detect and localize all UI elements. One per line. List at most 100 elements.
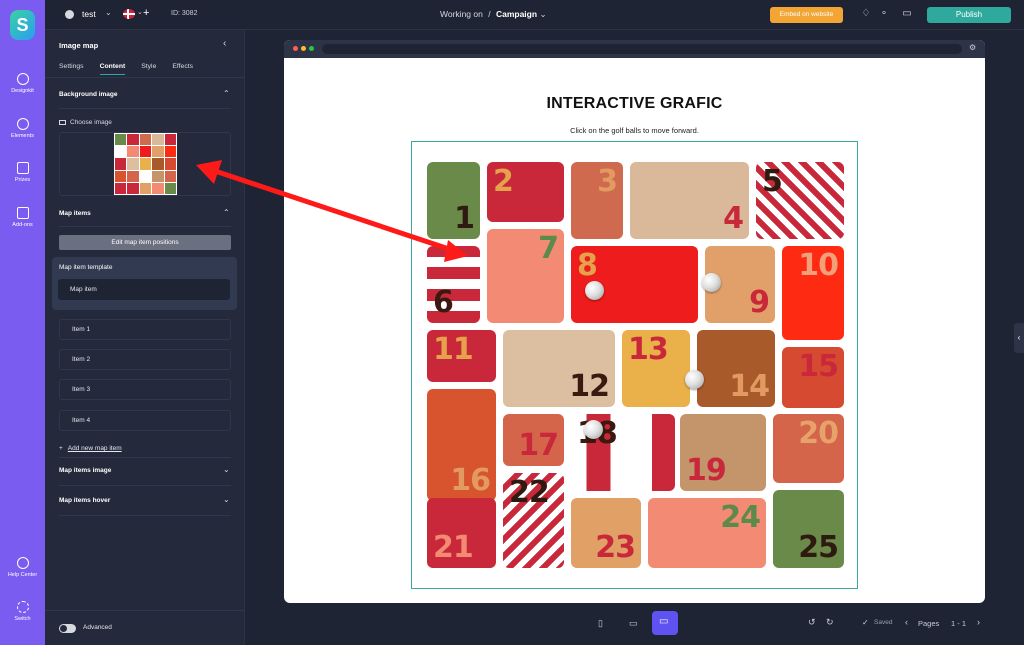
rail-help-center[interactable]: Help Center xyxy=(0,557,45,578)
rail-switch[interactable]: Switch xyxy=(0,601,45,622)
rail-designkit[interactable]: Designkit xyxy=(0,73,45,94)
calendar-tile[interactable]: 5 xyxy=(756,162,844,239)
divider xyxy=(59,108,231,109)
working-on-breadcrumb[interactable]: Working on / Campaign ⌄ xyxy=(440,9,547,20)
calendar-tile[interactable]: 10 xyxy=(782,246,844,340)
app-logo[interactable]: S xyxy=(10,10,35,40)
calendar-tile[interactable]: 21 xyxy=(427,498,496,568)
campaign-id: ID: 3082 xyxy=(171,10,198,17)
calendar-tile[interactable]: 20 xyxy=(773,414,844,483)
breadcrumb-separator: / xyxy=(488,9,491,19)
tabs-divider xyxy=(45,77,245,78)
image-map-frame[interactable]: 1234567891011121314151617181920212223242… xyxy=(411,141,858,589)
undo-icon[interactable]: ↺ xyxy=(808,617,816,628)
golf-ball-button[interactable] xyxy=(584,420,603,439)
template-map-item[interactable]: Map item xyxy=(58,279,230,300)
rail-prizes[interactable]: Prizes xyxy=(0,162,45,183)
chevron-up-icon[interactable]: ⌃ xyxy=(223,89,230,98)
expand-right-panel-button[interactable]: ‹ xyxy=(1014,323,1024,353)
gear-icon[interactable]: ⚙ xyxy=(969,43,976,52)
list-item[interactable]: Item 2 xyxy=(59,349,231,370)
plus-circle-icon xyxy=(16,118,29,130)
redo-icon[interactable]: ↻ xyxy=(826,617,834,628)
calendar-tile[interactable]: 15 xyxy=(782,347,844,408)
top-bar: test ⌄ ⌄ + ID: 3082 Working on / Campaig… xyxy=(45,0,1024,30)
calendar-tile[interactable]: 14 xyxy=(697,330,775,407)
browser-bar: ⚙ xyxy=(284,40,985,58)
calendar-tile[interactable]: 24 xyxy=(648,498,766,568)
share-icon[interactable]: ∘ xyxy=(878,8,890,20)
tab-style[interactable]: Style xyxy=(141,63,156,75)
add-language-button[interactable]: + xyxy=(143,7,149,19)
mobile-view-icon[interactable]: ▯ xyxy=(598,618,603,629)
edit-map-item-positions-button[interactable]: Edit map item positions xyxy=(59,235,231,250)
tab-content[interactable]: Content xyxy=(99,63,126,75)
desktop-view-button[interactable]: ▭ xyxy=(652,611,678,635)
rail-label: Switch xyxy=(14,616,31,622)
calendar-tile[interactable]: 6 xyxy=(427,246,480,323)
chevron-down-icon[interactable]: ⌄ xyxy=(223,495,230,504)
tab-settings[interactable]: Settings xyxy=(59,63,84,75)
saved-check-icon: ✓ xyxy=(862,618,869,627)
thumbnail-cell xyxy=(127,170,139,182)
background-image-thumbnail[interactable] xyxy=(114,133,177,195)
calendar-tile[interactable]: 11 xyxy=(427,330,496,382)
tablet-view-icon[interactable]: ▭ xyxy=(629,618,638,629)
calendar-tile[interactable]: 3 xyxy=(571,162,623,239)
chevron-down-icon[interactable]: ⌄ xyxy=(223,465,230,474)
chevron-right-icon[interactable]: › xyxy=(977,617,980,627)
background-image-heading[interactable]: Background image xyxy=(59,91,118,98)
choose-image-label[interactable]: Choose image xyxy=(59,119,112,126)
calendar-tile[interactable]: 7 xyxy=(487,229,564,323)
map-items-heading[interactable]: Map items xyxy=(59,210,91,217)
golf-ball-button[interactable] xyxy=(685,370,704,389)
calendar-tile[interactable]: 16 xyxy=(427,389,496,501)
thumbnail-cell xyxy=(164,134,176,146)
golf-ball-button[interactable] xyxy=(585,281,604,300)
calendar-tile[interactable]: 25 xyxy=(773,490,844,568)
palette-icon xyxy=(16,73,29,85)
divider xyxy=(59,485,231,486)
tile-number: 24 xyxy=(720,500,761,535)
calendar-tile[interactable]: 1 xyxy=(427,162,480,239)
map-item-template: Map item template Map item xyxy=(52,257,237,310)
chevron-down-icon[interactable]: ⌄ xyxy=(137,8,143,16)
danish-flag-icon[interactable] xyxy=(123,9,135,19)
tile-number: 20 xyxy=(798,416,839,451)
chevron-down-icon[interactable]: ⌄ xyxy=(105,8,112,17)
chevron-down-icon: ⌄ xyxy=(539,9,547,19)
map-items-hover-heading[interactable]: Map items hover xyxy=(59,497,110,504)
tab-effects[interactable]: Effects xyxy=(172,63,193,75)
list-item[interactable]: Item 1 xyxy=(59,319,231,340)
tile-number: 4 xyxy=(723,201,744,236)
thumbnail-cell xyxy=(127,158,139,170)
chevron-up-icon[interactable]: ⌃ xyxy=(223,208,230,217)
publish-button[interactable]: Publish xyxy=(927,7,1011,23)
preview-icon[interactable]: ▭ xyxy=(901,8,913,20)
calendar-tile[interactable]: 19 xyxy=(680,414,766,491)
rail-label: Add-ons xyxy=(12,222,33,228)
chevron-left-icon[interactable]: ‹ xyxy=(223,38,226,49)
chevron-left-icon[interactable]: ‹ xyxy=(905,617,908,627)
calendar-tile[interactable]: 4 xyxy=(630,162,749,239)
advanced-toggle[interactable] xyxy=(59,624,76,633)
list-item[interactable]: Item 3 xyxy=(59,379,231,400)
golf-ball-button[interactable] xyxy=(702,273,721,292)
calendar-tile[interactable]: 12 xyxy=(503,330,615,407)
calendar-tile[interactable]: 13 xyxy=(622,330,690,407)
project-name[interactable]: test xyxy=(82,9,96,19)
tile-number: 19 xyxy=(686,453,727,488)
list-item[interactable]: Item 4 xyxy=(59,410,231,431)
bell-icon[interactable]: ♢ xyxy=(860,8,872,20)
rail-addons[interactable]: Add-ons xyxy=(0,207,45,228)
map-items-image-heading[interactable]: Map items image xyxy=(59,467,111,474)
add-new-map-item-link[interactable]: + Add new map item xyxy=(59,445,122,452)
settings-panel: Image map ‹ Settings Content Style Effec… xyxy=(45,30,245,645)
thumbnail-cell xyxy=(115,170,127,182)
calendar-tile[interactable]: 2 xyxy=(487,162,564,222)
embed-on-website-button[interactable]: Embed on website xyxy=(770,7,843,23)
calendar-tile[interactable]: 23 xyxy=(571,498,641,568)
calendar-tile[interactable]: 22 xyxy=(503,473,564,568)
calendar-tile[interactable]: 17 xyxy=(503,414,564,466)
rail-elements[interactable]: Elements xyxy=(0,118,45,139)
